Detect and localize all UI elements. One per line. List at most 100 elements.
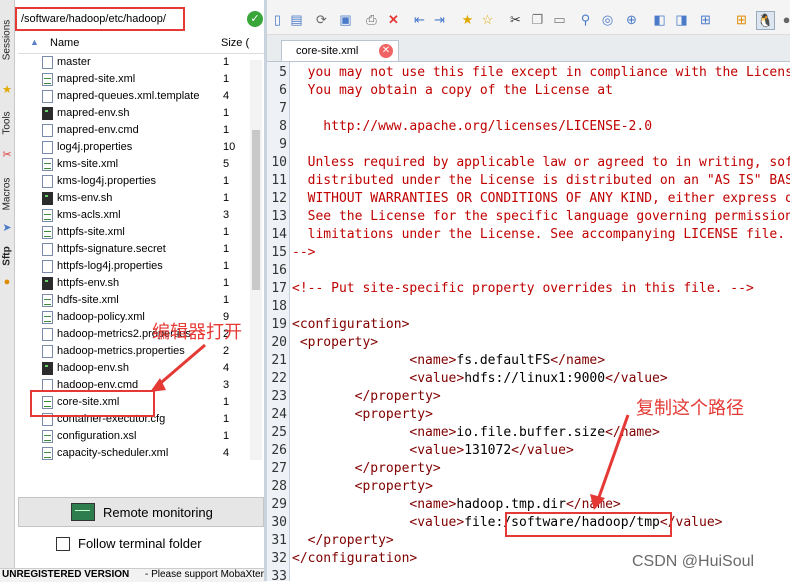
follow-terminal-checkbox[interactable] xyxy=(56,537,70,551)
tab-sessions-label: Sessions xyxy=(1,19,13,61)
macro-icon[interactable]: ⊞ xyxy=(697,11,714,28)
cut-icon[interactable]: ✂ xyxy=(507,11,524,28)
file-list-header: ▲ Name Size ( xyxy=(18,35,264,54)
save-icon[interactable]: ▣ xyxy=(337,11,354,28)
tab-macros[interactable]: Macros xyxy=(0,168,14,220)
file-row[interactable]: mapred-site.xml 1 xyxy=(18,72,248,89)
file-icon xyxy=(42,56,53,69)
file-row[interactable]: kms-env.sh 1 xyxy=(18,191,248,208)
find-replace-icon[interactable]: ◎ xyxy=(599,11,616,28)
close-icon[interactable]: ✕ xyxy=(385,11,402,28)
tools-icon[interactable]: ✂ xyxy=(1,149,13,161)
xml-tag: <property> xyxy=(292,335,379,350)
xml-value xyxy=(292,515,409,530)
file-row[interactable]: capacity-scheduler.xml 4 xyxy=(18,446,248,463)
split-view-icon[interactable]: ◧ xyxy=(651,11,668,28)
xml-tag: <value> xyxy=(409,515,465,530)
linux-format-icon[interactable]: 🐧 xyxy=(756,11,775,30)
file-size: 1 xyxy=(223,56,230,68)
line-number: 33 xyxy=(271,569,287,584)
line-number: 7 xyxy=(279,101,287,116)
outdent-icon[interactable]: ⇤ xyxy=(411,11,428,28)
paste-icon[interactable]: ▭ xyxy=(551,11,568,28)
file-row[interactable]: httpfs-signature.secret 1 xyxy=(18,242,248,259)
checkmark-icon[interactable]: ✓ xyxy=(247,11,263,27)
path-input[interactable]: /software/hadoop/etc/hadoop/ xyxy=(15,7,185,31)
column-size[interactable]: Size ( xyxy=(221,37,249,49)
mac-format-icon[interactable]: ● xyxy=(778,11,790,28)
code-line: <name>hadoop.tmp.dir</name> xyxy=(292,497,620,512)
xml-value: hadoop.tmp.dir xyxy=(456,497,566,512)
file-row[interactable]: mapred-env.sh 1 xyxy=(18,106,248,123)
xml-value xyxy=(292,425,409,440)
xml-tag: <name> xyxy=(409,353,457,368)
close-tab-icon[interactable]: ✕ xyxy=(379,44,393,58)
file-row[interactable]: httpfs-log4j.properties 1 xyxy=(18,259,248,276)
file-row[interactable]: httpfs-site.xml 1 xyxy=(18,225,248,242)
column-name[interactable]: Name xyxy=(50,37,79,49)
print-icon[interactable]: ⎙ xyxy=(363,11,380,28)
file-list-scrollbar[interactable] xyxy=(250,60,262,460)
file-row[interactable]: hdfs-site.xml 1 xyxy=(18,293,248,310)
file-size: 1 xyxy=(223,243,230,255)
file-size: 4 xyxy=(223,362,230,374)
bookmark-icon[interactable]: ★ xyxy=(459,11,476,28)
code-line: <property> xyxy=(292,335,378,350)
file-icon xyxy=(42,124,53,137)
file-name: mapred-queues.xml.template xyxy=(57,90,200,102)
status-bar: UNREGISTERED VERSION - Please support Mo… xyxy=(0,568,266,582)
line-number: 9 xyxy=(279,137,287,152)
reload-icon[interactable]: ⟳ xyxy=(313,11,330,28)
line-number-gutter: 5 6 7 8 9 10 11 12 13 14 15 16 17 18 19 20 21 22 23 24 25 26 2… xyxy=(267,62,290,584)
indent-icon[interactable]: ⇥ xyxy=(431,11,448,28)
file-row[interactable]: httpfs-env.sh 1 xyxy=(18,276,248,293)
file-name: mapred-site.xml xyxy=(57,73,136,85)
remote-monitoring-button[interactable]: Remote monitoring xyxy=(18,497,264,527)
code-line: limitations under the License. See accom… xyxy=(292,227,785,242)
file-row[interactable]: log4j.properties 10 xyxy=(18,140,248,157)
copy-icon[interactable]: ❐ xyxy=(529,11,546,28)
file-row[interactable]: master 1 xyxy=(18,55,248,72)
find-icon[interactable]: ⚲ xyxy=(577,11,594,28)
sftp-icon[interactable]: ● xyxy=(1,276,13,288)
file-row[interactable]: mapred-queues.xml.template 4 xyxy=(18,89,248,106)
terminal-file-icon xyxy=(42,192,53,205)
tab-core-site-xml[interactable]: core-site.xml ✕ xyxy=(281,40,399,61)
xml-value: fs.defaultFS xyxy=(456,353,551,368)
zoom-in-icon[interactable]: ⊕ xyxy=(623,11,640,28)
monitor-icon xyxy=(71,503,95,521)
new-file-icon[interactable]: ▯ xyxy=(269,11,286,28)
tab-sessions[interactable]: Sessions xyxy=(0,0,14,80)
tab-sftp[interactable]: Sftp xyxy=(0,238,14,274)
code-editor[interactable]: you may not use this file except in comp… xyxy=(290,62,790,581)
file-size: 1 xyxy=(223,277,230,289)
open-file-icon[interactable]: ▤ xyxy=(288,11,305,28)
file-size: 4 xyxy=(223,90,230,102)
file-name: kms-env.sh xyxy=(57,192,113,204)
tab-tools[interactable]: Tools xyxy=(0,100,14,145)
file-row[interactable]: kms-log4j.properties 1 xyxy=(18,174,248,191)
sort-up-icon: ▲ xyxy=(30,37,39,47)
bookmark-next-icon[interactable]: ☆ xyxy=(479,11,496,28)
macros-icon[interactable]: ➤ xyxy=(1,222,13,234)
star-icon[interactable]: ★ xyxy=(1,84,13,96)
file-row[interactable]: configuration.xsl 1 xyxy=(18,429,248,446)
line-number: 23 xyxy=(271,389,287,404)
file-size: 1 xyxy=(223,430,230,442)
file-row[interactable]: kms-site.xml 5 xyxy=(18,157,248,174)
file-row[interactable]: hadoop-env.sh 4 xyxy=(18,361,248,378)
xml-tag: <property> xyxy=(354,407,433,422)
comment-text: you may not use this file except in comp… xyxy=(292,65,790,80)
file-size: 3 xyxy=(223,209,230,221)
follow-terminal-folder[interactable]: Follow terminal folder xyxy=(56,535,266,553)
file-size: 4 xyxy=(223,447,230,459)
file-row[interactable]: mapred-env.cmd 1 xyxy=(18,123,248,140)
windows-format-icon[interactable]: ⊞ xyxy=(733,11,750,28)
file-row[interactable]: kms-acls.xml 3 xyxy=(18,208,248,225)
compare-icon[interactable]: ◨ xyxy=(673,11,690,28)
line-number: 25 xyxy=(271,425,287,440)
file-size: 3 xyxy=(223,379,230,391)
xml-value: io.file.buffer.size xyxy=(456,425,606,440)
file-icon xyxy=(42,175,53,188)
file-row[interactable]: hadoop-metrics.properties 2 xyxy=(18,344,248,361)
